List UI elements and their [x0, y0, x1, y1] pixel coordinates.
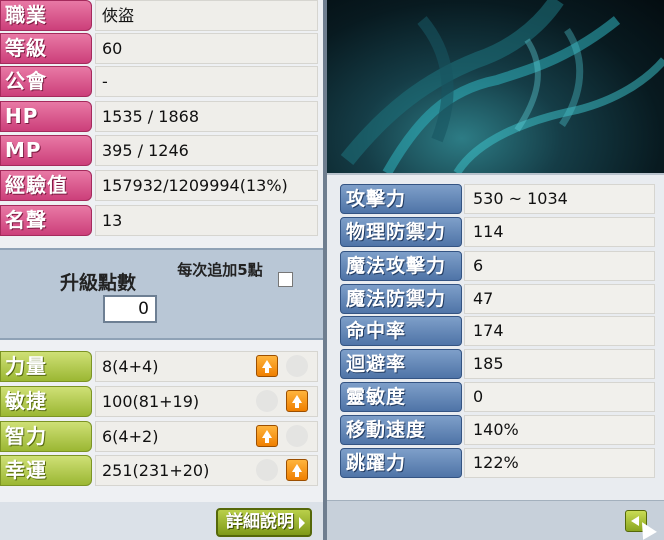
mp-value: 395 / 1246 — [95, 135, 318, 166]
magic-def-value: 47 — [464, 284, 655, 314]
dex-up-button[interactable] — [286, 390, 308, 412]
add5-checkbox[interactable] — [278, 272, 293, 287]
fame-label: 名聲 — [0, 205, 92, 236]
detail-button-label: 詳細說明 — [226, 512, 294, 532]
speed-label: 移動速度 — [340, 415, 462, 445]
arrow-right-icon — [299, 517, 305, 529]
magic-def-label: 魔法防禦力 — [340, 284, 462, 314]
ability-points-title: 升級點數 — [60, 272, 137, 294]
int-value: 6(4+2) — [95, 421, 318, 452]
attack-value: 530 ~ 1034 — [464, 184, 655, 214]
avoid-value: 185 — [464, 349, 655, 379]
info-row-fame: 名聲 13 — [0, 205, 318, 236]
attack-label: 攻擊力 — [340, 184, 462, 214]
str-up-button[interactable] — [256, 355, 278, 377]
luk-slot — [256, 459, 278, 481]
add5-label: 每次追加5點 — [177, 261, 263, 279]
hp-label: HP — [0, 101, 92, 132]
info-row-job: 職業 俠盜 — [0, 0, 318, 31]
job-value: 俠盜 — [95, 0, 318, 31]
detail-stats-panel: 攻擊力 530 ~ 1034 物理防禦力 114 魔法攻擊力 6 魔法防禦力 4… — [327, 173, 664, 540]
detail-row-jump: 跳躍力 122% — [340, 448, 655, 478]
artwork-shapes — [340, 0, 664, 173]
stat-row-dex: 敏捷 100(81+19) — [0, 386, 318, 417]
luk-label: 幸運 — [0, 455, 92, 486]
level-label: 等級 — [0, 33, 92, 64]
magic-atk-value: 6 — [464, 251, 655, 281]
detail-button[interactable]: 詳細說明 — [216, 508, 312, 537]
background-artwork — [327, 0, 664, 173]
info-row-guild: 公會 - — [0, 66, 318, 97]
jump-label: 跳躍力 — [340, 448, 462, 478]
dex-label: 敏捷 — [0, 386, 92, 417]
int-label: 智力 — [0, 421, 92, 452]
accuracy-label: 命中率 — [340, 316, 462, 346]
guild-label: 公會 — [0, 66, 92, 97]
speed-value: 140% — [464, 415, 655, 445]
hp-value: 1535 / 1868 — [95, 101, 318, 132]
info-row-mp: MP 395 / 1246 — [0, 135, 318, 166]
dex-slot — [256, 390, 278, 412]
jump-value: 122% — [464, 448, 655, 478]
detail-row-accuracy: 命中率 174 — [340, 316, 655, 346]
detail-row-hands: 靈敏度 0 — [340, 382, 655, 412]
accuracy-value: 174 — [464, 316, 655, 346]
level-value: 60 — [95, 33, 318, 64]
info-row-level: 等級 60 — [0, 33, 318, 64]
hands-label: 靈敏度 — [340, 382, 462, 412]
info-row-exp: 經驗值 157932/1209994(13%) — [0, 170, 318, 201]
dex-value: 100(81+19) — [95, 386, 318, 417]
avoid-label: 迴避率 — [340, 349, 462, 379]
int-slot — [286, 425, 308, 447]
detail-row-avoid: 迴避率 185 — [340, 349, 655, 379]
str-label: 力量 — [0, 351, 92, 382]
guild-value: - — [95, 66, 318, 97]
luk-up-button[interactable] — [286, 459, 308, 481]
exp-label: 經驗值 — [0, 170, 92, 201]
detail-row-magic-atk: 魔法攻擊力 6 — [340, 251, 655, 281]
luk-value: 251(231+20) — [95, 455, 318, 486]
str-value: 8(4+4) — [95, 351, 318, 382]
mp-label: MP — [0, 135, 92, 166]
ability-points-area: 升級點數 0 每次追加5點 — [0, 248, 323, 340]
phys-def-label: 物理防禦力 — [340, 217, 462, 247]
phys-def-value: 114 — [464, 217, 655, 247]
ability-points-value: 0 — [103, 295, 157, 323]
character-info-panel: 職業 俠盜 等級 60 公會 - HP 1535 / 1868 MP 395 /… — [0, 0, 323, 540]
stat-row-luk: 幸運 251(231+20) — [0, 455, 318, 486]
right-footer — [327, 500, 664, 540]
fame-value: 13 — [95, 205, 318, 236]
detail-row-magic-def: 魔法防禦力 47 — [340, 284, 655, 314]
info-row-hp: HP 1535 / 1868 — [0, 101, 318, 132]
job-label: 職業 — [0, 0, 92, 31]
stat-row-str: 力量 8(4+4) — [0, 351, 318, 382]
detail-row-phys-def: 物理防禦力 114 — [340, 217, 655, 247]
detail-row-speed: 移動速度 140% — [340, 415, 655, 445]
stat-row-int: 智力 6(4+2) — [0, 421, 318, 452]
int-up-button[interactable] — [256, 425, 278, 447]
magic-atk-label: 魔法攻擊力 — [340, 251, 462, 281]
detail-row-attack: 攻擊力 530 ~ 1034 — [340, 184, 655, 214]
exp-value: 157932/1209994(13%) — [95, 170, 318, 201]
str-slot — [286, 355, 308, 377]
hands-value: 0 — [464, 382, 655, 412]
